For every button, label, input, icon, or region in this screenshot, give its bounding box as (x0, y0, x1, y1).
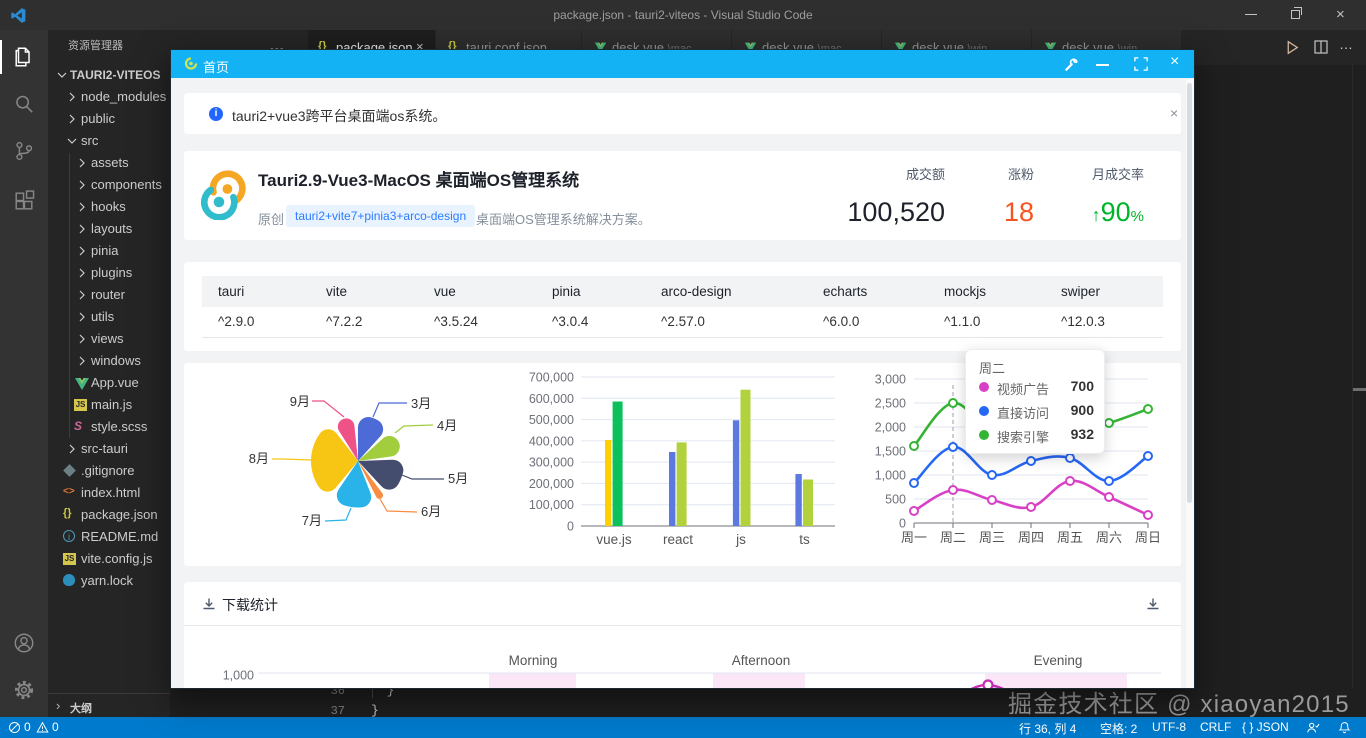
svg-text:周二: 周二 (940, 530, 966, 545)
svg-text:周四: 周四 (1018, 530, 1044, 545)
svg-text:js: js (735, 532, 746, 547)
svg-text:4月: 4月 (437, 418, 457, 433)
svg-text:2,500: 2,500 (875, 397, 906, 411)
svg-text:周日: 周日 (1135, 530, 1161, 545)
svg-text:500: 500 (885, 493, 906, 507)
svg-text:react: react (663, 532, 693, 547)
svg-text:周一: 周一 (901, 530, 927, 545)
svg-text:3,000: 3,000 (875, 373, 906, 387)
svg-text:周六: 周六 (1096, 530, 1122, 545)
svg-text:2,000: 2,000 (875, 421, 906, 435)
svg-text:0: 0 (567, 520, 574, 534)
svg-text:ts: ts (799, 532, 810, 547)
svg-text:300,000: 300,000 (529, 456, 574, 470)
svg-text:400,000: 400,000 (529, 434, 574, 448)
svg-text:6月: 6月 (421, 504, 441, 519)
svg-text:3月: 3月 (411, 396, 431, 411)
svg-text:700,000: 700,000 (529, 371, 574, 385)
svg-text:7月: 7月 (302, 513, 322, 528)
svg-text:1,500: 1,500 (875, 445, 906, 459)
svg-text:600,000: 600,000 (529, 392, 574, 406)
svg-text:Afternoon: Afternoon (732, 653, 791, 668)
svg-text:Evening: Evening (1034, 653, 1083, 668)
svg-text:9月: 9月 (290, 394, 310, 409)
svg-text:200,000: 200,000 (529, 477, 574, 491)
svg-text:Morning: Morning (509, 653, 558, 668)
svg-text:8月: 8月 (249, 451, 269, 466)
svg-text:0: 0 (899, 517, 906, 531)
svg-text:1,000: 1,000 (223, 669, 254, 683)
svg-text:1,000: 1,000 (875, 469, 906, 483)
svg-text:周五: 周五 (1057, 530, 1083, 545)
svg-text:500,000: 500,000 (529, 413, 574, 427)
svg-text:周三: 周三 (979, 530, 1005, 545)
svg-text:100,000: 100,000 (529, 498, 574, 512)
svg-text:vue.js: vue.js (596, 532, 632, 547)
svg-text:5月: 5月 (448, 471, 468, 486)
